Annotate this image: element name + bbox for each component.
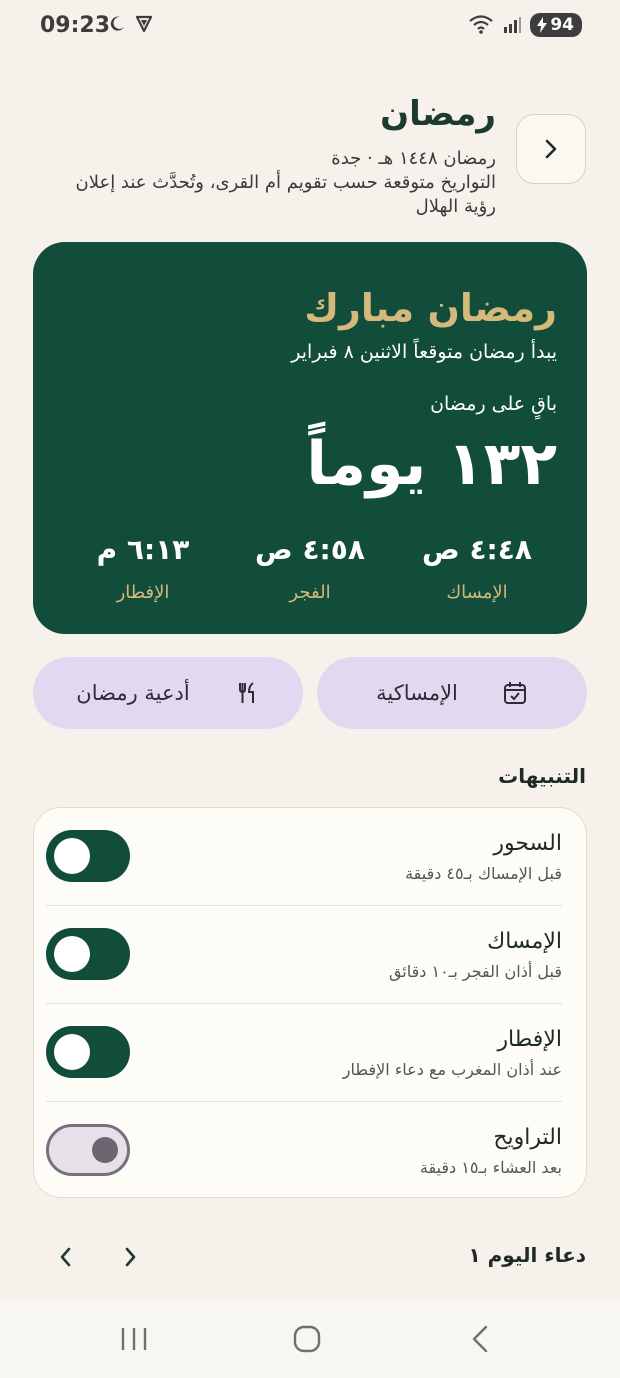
status-bar: 09:23 94 <box>0 0 620 54</box>
battery-indicator: 94 <box>530 13 582 37</box>
time-value: ٦:١٣ م <box>96 533 190 566</box>
battery-level: 94 <box>550 15 574 35</box>
notif-texts: الإمساك قبل أذان الفجر بـ١٠ دقائق <box>389 928 562 981</box>
time-fajr: ٤:٥٨ ص الفجر <box>230 532 390 603</box>
imsakiya-label: الإمساكية <box>376 681 458 705</box>
vpn-shield-icon <box>135 15 153 33</box>
time-label: الفجر <box>289 582 331 603</box>
time-label: الإفطار <box>116 582 170 603</box>
prayer-times-row: ٤:٤٨ ص الإمساك ٤:٥٨ ص الفجر ٦:١٣ م الإفط… <box>63 532 557 603</box>
utensils-icon <box>238 682 254 703</box>
chevron-left-icon <box>60 1247 71 1267</box>
hero-start-date: يبدأ رمضان متوقعاً الاثنين ٨ فبراير <box>291 341 557 363</box>
system-navigation-bar <box>0 1300 620 1378</box>
ramadan-duas-button[interactable]: أدعية رمضان <box>33 657 303 729</box>
back-icon[interactable] <box>466 1324 496 1354</box>
notif-desc: بعد العشاء بـ١٥ دقيقة <box>419 1158 562 1177</box>
page-subtitle: رمضان ١٤٤٨ هـ · جدة التواريخ متوقعة حسب … <box>46 147 497 219</box>
time-imsak: ٤:٤٨ ص الإمساك <box>397 532 557 603</box>
imsak-toggle[interactable] <box>46 928 130 980</box>
time-iftar: ٦:١٣ م الإفطار <box>63 532 223 603</box>
taraweeh-toggle[interactable] <box>46 1124 130 1176</box>
notifications-card: السحور قبل الإمساك بـ٤٥ دقيقة الإمساك قب… <box>33 807 587 1198</box>
home-icon[interactable] <box>291 1324 323 1354</box>
suhoor-toggle[interactable] <box>46 830 130 882</box>
duas-label: أدعية رمضان <box>76 681 190 705</box>
chevron-right-icon <box>545 139 557 159</box>
ramadan-countdown-card: رمضان مبارك يبدأ رمضان متوقعاً الاثنين ٨… <box>33 242 587 634</box>
battery-charging-icon <box>537 17 548 33</box>
dua-previous-button[interactable] <box>50 1240 82 1274</box>
notif-texts: الإفطار عند أذان المغرب مع دعاء الإفطار <box>343 1026 562 1079</box>
remaining-label: باقٍ على رمضان <box>430 393 557 415</box>
notif-title: الإمساك <box>487 929 562 954</box>
notif-row-iftar: الإفطار عند أذان المغرب مع دعاء الإفطار <box>46 1004 562 1102</box>
notif-row-taraweeh: التراويح بعد العشاء بـ١٥ دقيقة <box>46 1102 562 1200</box>
recent-apps-icon[interactable] <box>118 1324 150 1354</box>
notif-title: التراويح <box>493 1125 562 1150</box>
time-label: الإمساك <box>446 582 508 603</box>
back-button[interactable] <box>516 114 586 184</box>
signal-icon <box>504 17 522 33</box>
status-left-icons <box>108 14 154 34</box>
calendar-check-icon <box>503 682 526 704</box>
notif-desc: قبل أذان الفجر بـ١٠ دقائق <box>388 962 562 981</box>
notif-row-suhoor: السحور قبل الإمساك بـ٤٥ دقيقة <box>46 808 562 906</box>
page-title: رمضان <box>380 94 496 134</box>
daily-dua-label: دعاء اليوم ١ <box>468 1243 586 1267</box>
status-time: 09:23 <box>40 13 111 38</box>
hijri-location: رمضان ١٤٤٨ هـ · جدة <box>331 148 496 169</box>
time-value: ٤:٥٨ ص <box>255 533 365 566</box>
chevron-right-icon <box>125 1247 136 1267</box>
toggle-knob <box>54 838 90 874</box>
notifications-title: التنبيهات <box>498 764 586 788</box>
notif-desc: عند أذان المغرب مع دعاء الإفطار <box>342 1060 562 1079</box>
notif-texts: التراويح بعد العشاء بـ١٥ دقيقة <box>420 1124 562 1177</box>
app-root: 09:23 94 رمضان رمضان ١٤٤٨ هـ · جدة التوا… <box>0 0 620 1378</box>
notif-texts: السحور قبل الإمساك بـ٤٥ دقيقة <box>405 830 562 883</box>
toggle-knob <box>54 1034 90 1070</box>
hero-title: رمضان مبارك <box>304 286 557 330</box>
dua-next-button[interactable] <box>114 1240 146 1274</box>
notif-title: الإفطار <box>497 1027 562 1052</box>
days-remaining: ١٣٢ يوماً <box>306 429 557 499</box>
notif-row-imsak: الإمساك قبل أذان الفجر بـ١٠ دقائق <box>46 906 562 1004</box>
wifi-icon <box>469 15 494 34</box>
moon-icon <box>110 16 124 31</box>
notif-title: السحور <box>493 831 562 856</box>
imsakiya-button[interactable]: الإمساكية <box>317 657 587 729</box>
notif-desc: قبل الإمساك بـ٤٥ دقيقة <box>405 864 562 883</box>
toggle-knob <box>92 1137 118 1163</box>
toggle-knob <box>54 936 90 972</box>
dates-note: التواريخ متوقعة حسب تقويم أم القرى، وتُح… <box>75 172 497 217</box>
status-right-icons: 94 <box>468 13 582 37</box>
time-value: ٤:٤٨ ص <box>422 533 532 566</box>
iftar-toggle[interactable] <box>46 1026 130 1078</box>
